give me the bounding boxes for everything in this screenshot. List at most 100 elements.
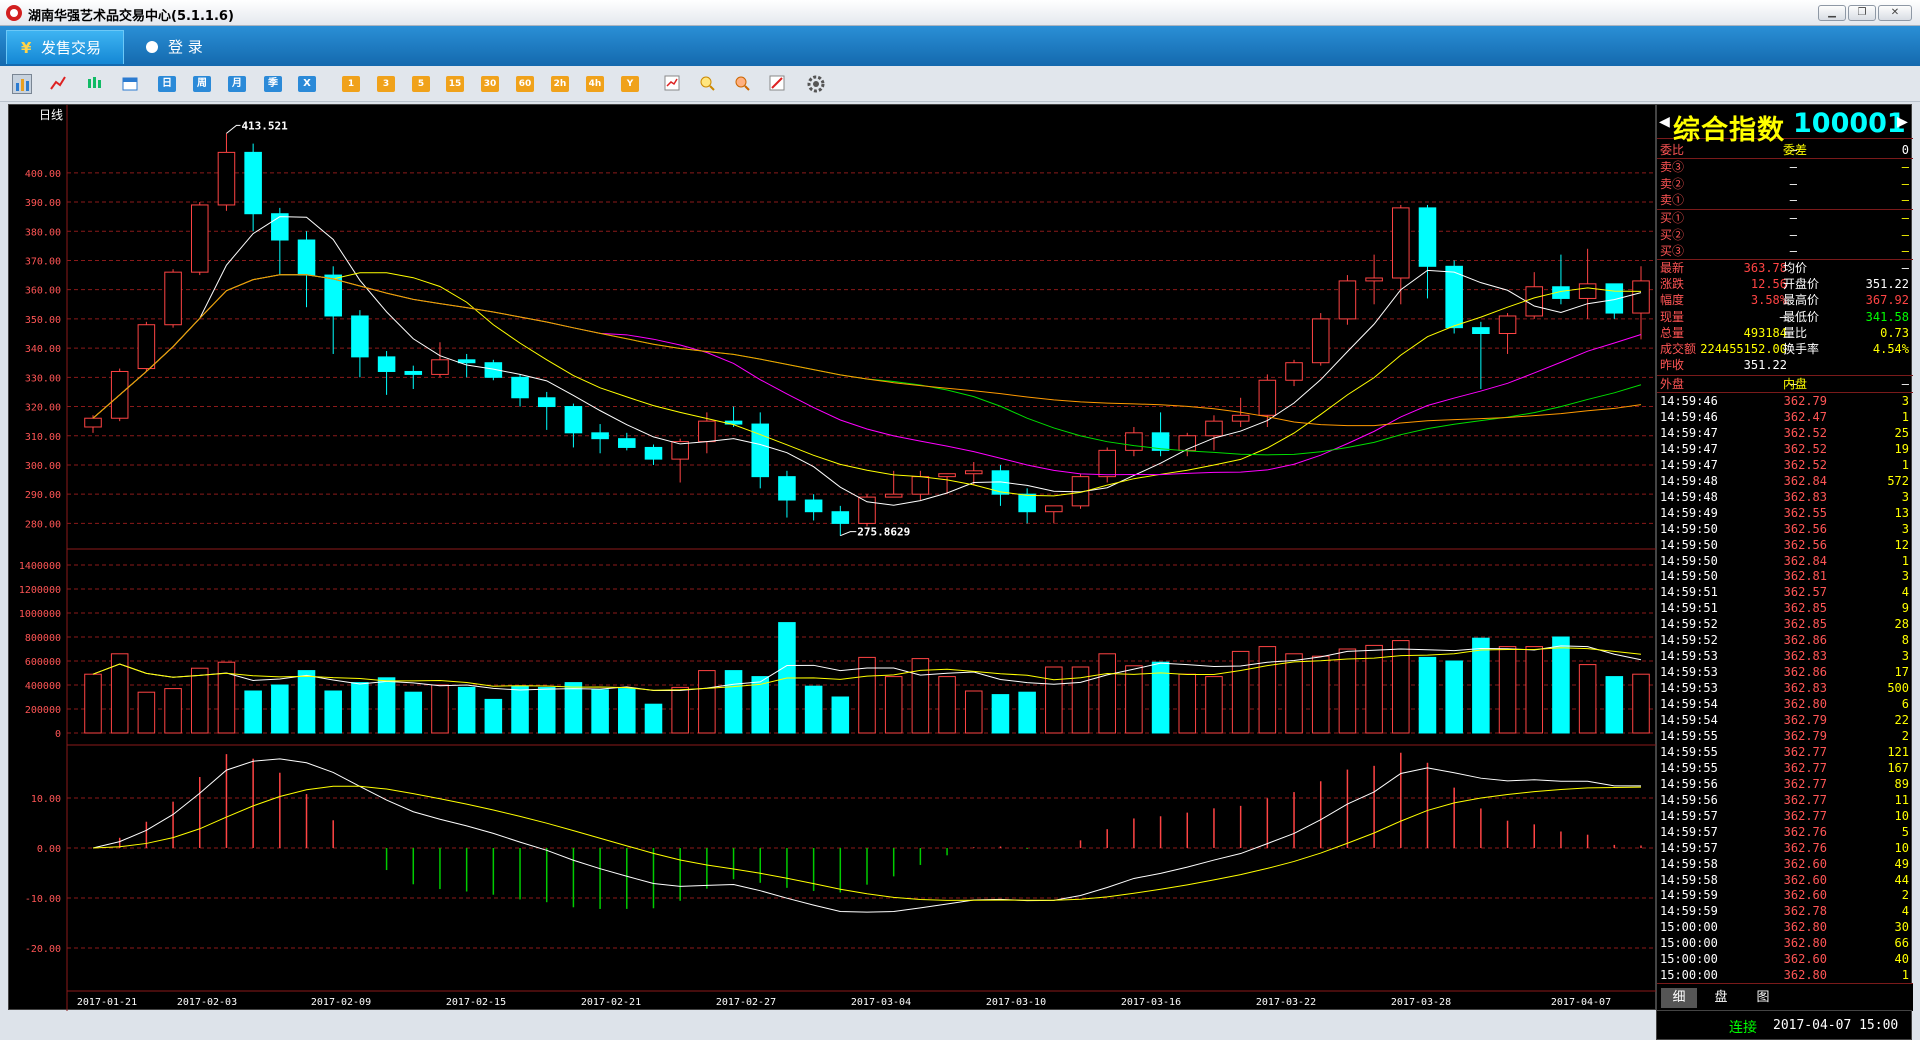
sell-price: — bbox=[1789, 160, 1797, 174]
volume-bar bbox=[591, 689, 609, 734]
volume-bar bbox=[457, 686, 476, 734]
volume-bar bbox=[164, 688, 182, 734]
tick-price: 362.81 bbox=[1783, 569, 1827, 584]
volume-bar bbox=[484, 698, 503, 734]
tick-volume: 1 bbox=[1901, 409, 1909, 424]
volume-bar bbox=[1418, 656, 1437, 734]
price-tick-label: 370.00 bbox=[25, 256, 61, 267]
macd-tick-label: -10.00 bbox=[25, 894, 61, 905]
candle-body bbox=[1258, 379, 1277, 416]
line-chart-icon[interactable] bbox=[48, 74, 68, 94]
tick-time: 14:59:59 bbox=[1660, 888, 1718, 903]
tab-detail[interactable]: 细 bbox=[1661, 988, 1697, 1008]
low-marker bbox=[840, 531, 857, 537]
tab-board[interactable]: 盘 bbox=[1703, 988, 1739, 1008]
period-button-11[interactable]: 2h bbox=[551, 76, 569, 92]
volume-bar bbox=[724, 670, 743, 734]
tick-volume: 6 bbox=[1901, 697, 1909, 712]
tick-price: 362.77 bbox=[1783, 792, 1827, 807]
volume-bar bbox=[1285, 653, 1303, 734]
kline-chart[interactable]: 日线 400.00 390.00 380.00 370.00 360.00 350.00 34… bbox=[9, 105, 1657, 1011]
buy-price: — bbox=[1789, 227, 1797, 242]
maximize-button[interactable]: ❐ bbox=[1848, 5, 1876, 21]
volume-tick-label: 200000 bbox=[25, 705, 61, 716]
tick-time: 14:59:50 bbox=[1660, 537, 1718, 552]
settings-gear-icon[interactable] bbox=[806, 74, 826, 94]
tab-login[interactable]: 登 录 bbox=[140, 30, 260, 64]
date-tick-label: 2017-02-03 bbox=[177, 997, 237, 1008]
date-tick-label: 2017-03-16 bbox=[1121, 997, 1181, 1008]
tick-time: 14:59:48 bbox=[1660, 473, 1718, 488]
volume-bar bbox=[1338, 648, 1357, 734]
tab-chart[interactable]: 图 bbox=[1745, 988, 1781, 1008]
buy-volume: — bbox=[1901, 211, 1909, 225]
tick-price: 362.86 bbox=[1783, 665, 1827, 680]
stat-value-2: 341.58 bbox=[1865, 309, 1909, 324]
app-window: 湖南华强艺术品交易中心(5.1.1.6) ▁ ❐ ✕ ¥ 发售交易 登 录 日 周 月… bbox=[0, 0, 1920, 1040]
tick-price: 362.52 bbox=[1783, 457, 1827, 472]
tick-volume: 19 bbox=[1894, 441, 1909, 456]
sell-price: — bbox=[1789, 176, 1797, 191]
candle-body bbox=[377, 356, 396, 372]
volume-bar bbox=[884, 676, 903, 734]
period-label: 日线 bbox=[39, 108, 63, 122]
period-button-2[interactable]: 月 bbox=[228, 76, 246, 92]
tick-time: 14:59:50 bbox=[1660, 521, 1718, 536]
volume-bar bbox=[618, 688, 636, 734]
period-button-1[interactable]: 周 bbox=[193, 76, 211, 92]
draw-line-icon[interactable] bbox=[767, 74, 787, 94]
tick-time: 14:59:48 bbox=[1660, 489, 1718, 504]
next-symbol-icon[interactable]: ▶ bbox=[1897, 111, 1908, 132]
date-tick-label: 2017-02-09 bbox=[311, 997, 371, 1008]
tick-volume: 1 bbox=[1901, 553, 1909, 568]
tick-volume: 22 bbox=[1894, 713, 1909, 727]
app-logo-icon bbox=[6, 5, 22, 21]
tick-time: 14:59:51 bbox=[1660, 601, 1718, 616]
period-button-0[interactable]: 日 bbox=[158, 76, 176, 92]
volume-tick-label: 1000000 bbox=[19, 609, 61, 620]
kline-chart-panel[interactable]: 日线 400.00 390.00 380.00 370.00 360.00 350.00 34… bbox=[8, 104, 1657, 1011]
kline-chart-icon[interactable] bbox=[12, 74, 32, 94]
stat-value-2: 4.54% bbox=[1872, 342, 1909, 356]
period-button-7[interactable]: 5 bbox=[412, 76, 430, 92]
tick-time: 14:59:50 bbox=[1660, 569, 1718, 584]
period-button-4[interactable]: X bbox=[298, 76, 316, 92]
candle-icon[interactable] bbox=[84, 74, 104, 94]
tab-trade[interactable]: ¥ 发售交易 bbox=[6, 30, 124, 64]
period-button-12[interactable]: 4h bbox=[586, 76, 604, 92]
close-button[interactable]: ✕ bbox=[1878, 5, 1912, 21]
period-button-3[interactable]: 季 bbox=[264, 76, 282, 92]
tick-volume: 3 bbox=[1901, 649, 1909, 664]
calendar-icon[interactable] bbox=[120, 74, 140, 94]
sell-volume: — bbox=[1901, 160, 1909, 174]
volume-tick-label: 1200000 bbox=[19, 585, 61, 596]
zoom-out-icon[interactable] bbox=[732, 74, 752, 94]
tick-volume: 25 bbox=[1894, 425, 1909, 440]
candle-body bbox=[1498, 315, 1517, 335]
wc-value: 0 bbox=[1901, 143, 1909, 157]
candle-body bbox=[1098, 449, 1116, 478]
candle-body bbox=[1125, 432, 1143, 451]
period-button-9[interactable]: 30 bbox=[481, 76, 499, 92]
stat-value-2: 0.73 bbox=[1880, 325, 1909, 340]
tick-time: 15:00:00 bbox=[1660, 920, 1718, 935]
candle-body bbox=[351, 315, 369, 358]
tick-time: 14:59:53 bbox=[1660, 681, 1718, 696]
period-button-13[interactable]: Y bbox=[621, 76, 639, 92]
period-button-6[interactable]: 3 bbox=[377, 76, 395, 92]
minimize-button[interactable]: ▁ bbox=[1818, 5, 1846, 21]
period-button-8[interactable]: 15 bbox=[446, 76, 464, 92]
candle-body bbox=[911, 476, 930, 495]
period-button-5[interactable]: 1 bbox=[342, 76, 360, 92]
period-button-10[interactable]: 60 bbox=[516, 76, 534, 92]
tick-price: 362.77 bbox=[1783, 776, 1827, 791]
tick-price: 362.83 bbox=[1783, 489, 1827, 504]
inner-label: 内盘 bbox=[1783, 377, 1808, 391]
stat-label: 总量 bbox=[1660, 325, 1685, 340]
date-tick-label: 2017-04-07 bbox=[1551, 997, 1611, 1008]
prev-symbol-icon[interactable]: ◀ bbox=[1659, 111, 1670, 132]
zoom-in-icon[interactable] bbox=[697, 74, 717, 94]
chart-edit-icon[interactable] bbox=[662, 74, 682, 94]
tick-price: 362.60 bbox=[1783, 856, 1827, 871]
macd-dif-line bbox=[92, 758, 1642, 913]
